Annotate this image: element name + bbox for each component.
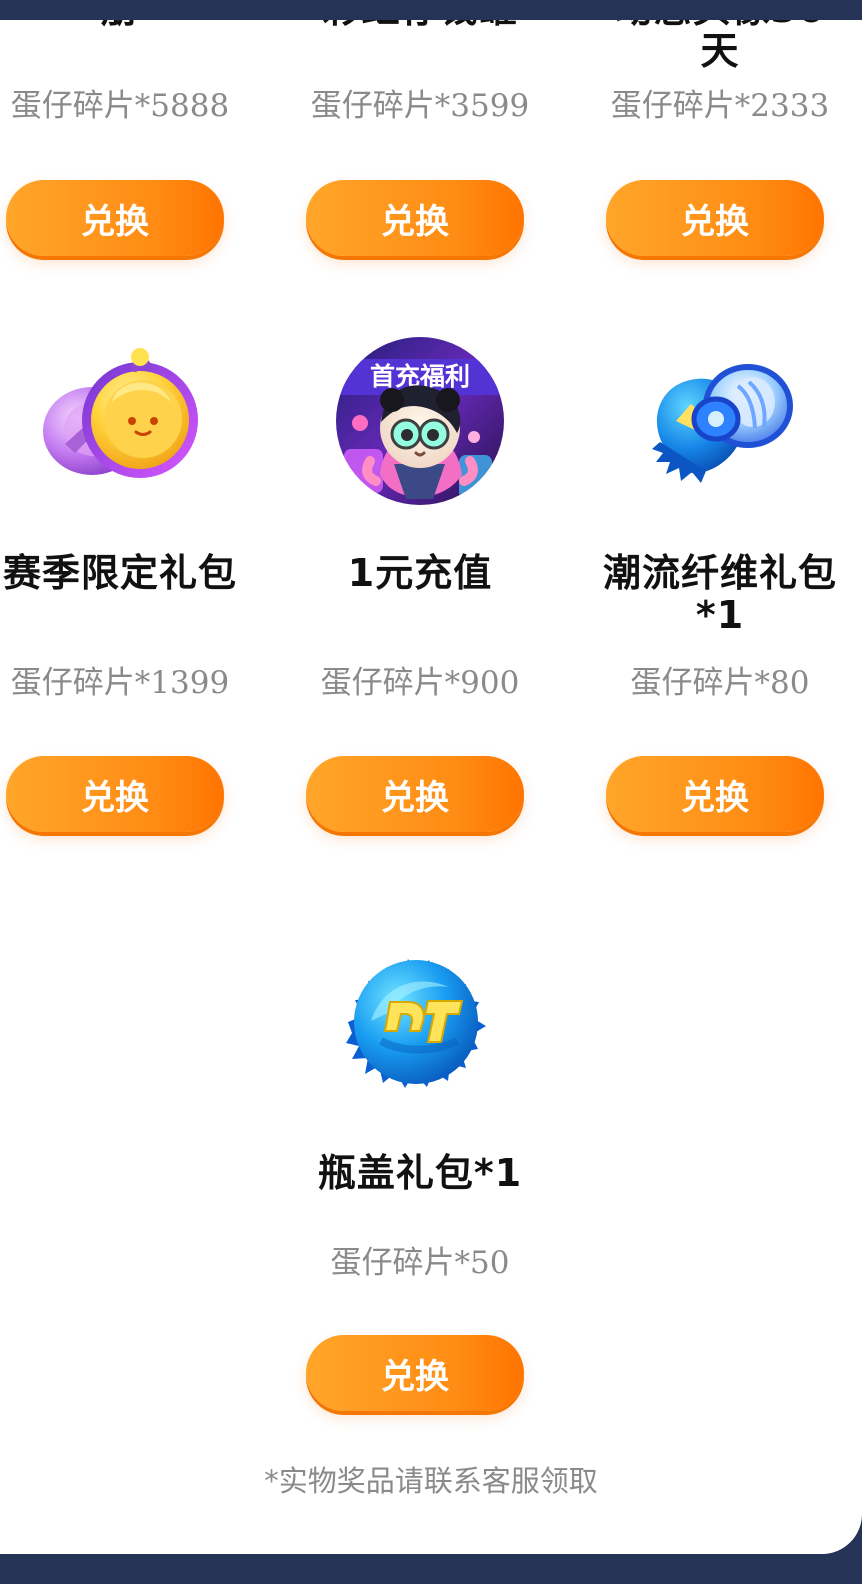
reward-name: 瓶盖礼包*1 xyxy=(317,1151,523,1195)
reward-price: 蛋仔碎片*3599 xyxy=(310,88,530,124)
reward-name: 潮流纤维礼包*1 xyxy=(602,551,837,637)
reward-price: 蛋仔碎片*80 xyxy=(630,665,810,701)
physical-reward-note: *实物奖品请联系客服领取 xyxy=(264,1464,598,1498)
fiber-pack-icon xyxy=(652,364,793,483)
redeem-button[interactable]: 兑换 xyxy=(306,1335,524,1411)
redeem-button[interactable]: 兑换 xyxy=(6,756,224,832)
reward-price: 蛋仔碎片*1399 xyxy=(10,665,230,701)
redeem-button[interactable]: 兑换 xyxy=(6,180,224,256)
reward-panel: 册 蛋仔碎片*5888 兑换 彩虹存钱罐 蛋仔碎片*3599 兑换 动态头像30… xyxy=(0,20,862,1554)
reward-price: 蛋仔碎片*5888 xyxy=(10,88,230,124)
reward-name: 赛季限定礼包 xyxy=(2,551,237,595)
season-badge-icon xyxy=(43,348,198,478)
reward-price: 蛋仔碎片*2333 xyxy=(610,88,830,124)
reward-name: 彩虹存钱罐 xyxy=(300,20,540,30)
reward-name: 1元充值 xyxy=(347,551,493,595)
reward-price: 蛋仔碎片*900 xyxy=(320,665,520,701)
redeem-button[interactable]: 兑换 xyxy=(306,180,524,256)
redeem-button[interactable]: 兑换 xyxy=(606,180,824,256)
bottle-cap-icon xyxy=(346,959,486,1088)
reward-name: 动态头像30天 xyxy=(615,20,825,73)
redeem-button[interactable]: 兑换 xyxy=(606,756,824,832)
reward-name: 册 xyxy=(0,20,240,30)
reward-price: 蛋仔碎片*50 xyxy=(330,1245,510,1281)
redeem-button[interactable]: 兑换 xyxy=(306,756,524,832)
recharge-welfare-icon: 首充福利 xyxy=(336,337,504,505)
